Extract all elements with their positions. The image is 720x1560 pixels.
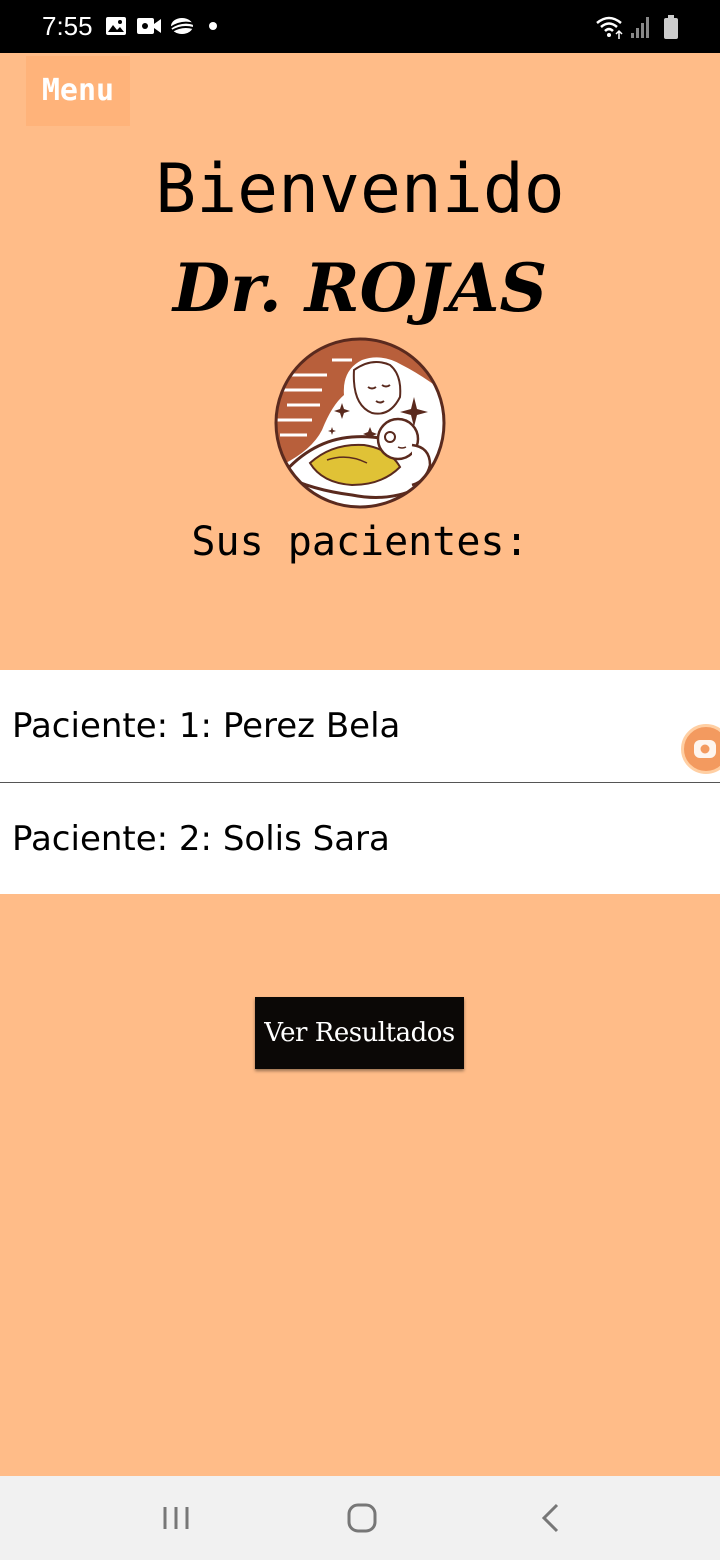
status-bar: 7:55 bbox=[0, 0, 720, 53]
patients-heading: Sus pacientes: bbox=[191, 519, 529, 565]
mother-baby-logo bbox=[274, 337, 446, 509]
dot-icon bbox=[209, 22, 217, 30]
menu-button[interactable]: Menu bbox=[26, 56, 130, 126]
list-item[interactable]: Paciente: 1: Perez Bela bbox=[0, 670, 720, 782]
view-results-button[interactable]: Ver Resultados bbox=[255, 997, 464, 1069]
record-icon bbox=[694, 740, 716, 758]
doctor-name: Dr. ROJAS bbox=[172, 249, 548, 327]
status-time: 7:55 bbox=[42, 11, 93, 41]
back-icon[interactable] bbox=[526, 1494, 574, 1542]
battery-icon bbox=[664, 15, 678, 39]
wifi-icon bbox=[596, 16, 623, 39]
cloud-icon bbox=[169, 18, 195, 34]
list-item[interactable]: Paciente: 2: Solis Sara bbox=[0, 782, 720, 894]
recent-apps-icon[interactable] bbox=[152, 1494, 200, 1542]
navigation-bar bbox=[0, 1476, 720, 1560]
image-icon bbox=[106, 17, 126, 35]
video-icon bbox=[137, 18, 161, 34]
home-icon[interactable] bbox=[338, 1494, 386, 1542]
signal-icon bbox=[631, 17, 649, 38]
welcome-title: Bienvenido bbox=[155, 150, 565, 229]
patient-list: Paciente: 1: Perez Bela Paciente: 2: Sol… bbox=[0, 670, 720, 894]
